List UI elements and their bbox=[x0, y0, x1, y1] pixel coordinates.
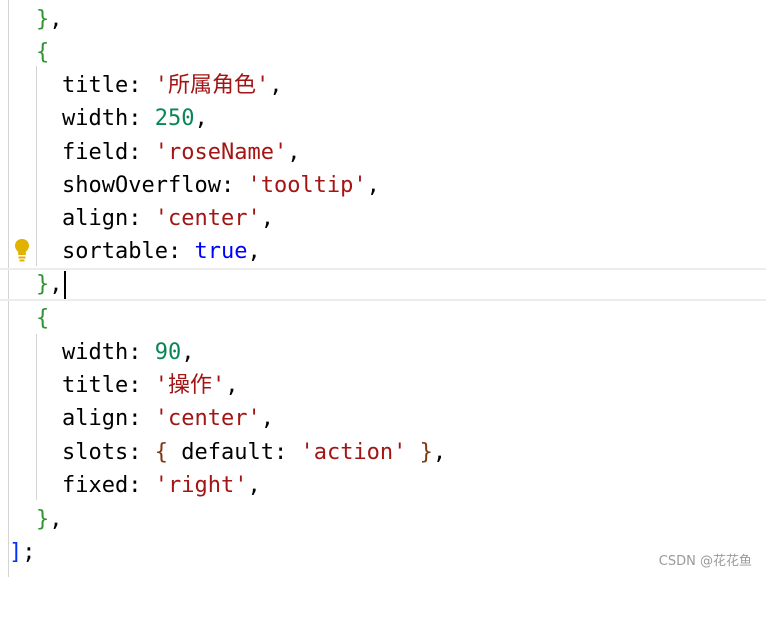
colon: : bbox=[128, 106, 155, 131]
comma: , bbox=[260, 206, 274, 231]
open-brace: { bbox=[36, 40, 50, 65]
colon: : bbox=[128, 373, 155, 398]
property-key: align bbox=[62, 406, 129, 431]
close-brace: } bbox=[406, 440, 433, 465]
property-key: default bbox=[181, 440, 274, 465]
lightbulb-icon[interactable] bbox=[14, 238, 30, 264]
string-value: 'right' bbox=[154, 473, 248, 498]
code-line[interactable]: width: 250, bbox=[0, 102, 766, 135]
comma: , bbox=[366, 173, 380, 198]
string-value: 'center' bbox=[154, 406, 261, 431]
comma: , bbox=[194, 106, 208, 131]
code-line[interactable]: { bbox=[0, 36, 766, 69]
number-value: 90 bbox=[154, 340, 182, 365]
close-brace: } bbox=[36, 7, 50, 32]
comma: , bbox=[49, 272, 63, 297]
code-line[interactable]: }, bbox=[0, 503, 766, 536]
colon: : bbox=[128, 406, 155, 431]
open-brace: { bbox=[154, 440, 182, 465]
colon: : bbox=[220, 173, 248, 198]
comma: , bbox=[287, 140, 301, 165]
comma: , bbox=[181, 340, 195, 365]
open-brace: { bbox=[36, 306, 50, 331]
property-key: sortable bbox=[62, 239, 168, 264]
property-key: title bbox=[62, 373, 129, 398]
colon: : bbox=[128, 73, 155, 98]
property-key: width bbox=[62, 106, 129, 131]
boolean-value: true bbox=[194, 239, 248, 264]
code-line[interactable]: }, bbox=[0, 3, 766, 36]
comma: , bbox=[260, 406, 274, 431]
colon: : bbox=[128, 206, 155, 231]
string-value: '所属角色' bbox=[154, 73, 270, 98]
code-line[interactable]: align: 'center', bbox=[0, 402, 766, 435]
code-line[interactable]: fixed: 'right', bbox=[0, 469, 766, 502]
comma: , bbox=[247, 473, 261, 498]
string-value: 'tooltip' bbox=[247, 173, 367, 198]
string-value: '操作' bbox=[154, 373, 226, 398]
property-key: title bbox=[62, 73, 129, 98]
text-cursor bbox=[63, 271, 66, 299]
property-key: fixed bbox=[62, 473, 129, 498]
code-line-current[interactable]: }, bbox=[0, 268, 766, 301]
code-editor[interactable]: }, { title: '所属角色', width: 250, field: '… bbox=[0, 0, 766, 577]
close-brace: } bbox=[36, 507, 50, 532]
colon: : bbox=[167, 239, 195, 264]
string-value: 'roseName' bbox=[154, 140, 288, 165]
watermark: CSDN @花花鱼 bbox=[658, 554, 752, 569]
string-value: 'action' bbox=[300, 440, 407, 465]
property-key: showOverflow bbox=[62, 173, 221, 198]
close-bracket: ] bbox=[9, 540, 23, 565]
comma: , bbox=[247, 239, 261, 264]
comma: , bbox=[49, 7, 63, 32]
comma: , bbox=[432, 440, 447, 465]
number-value: 250 bbox=[154, 106, 195, 131]
colon: : bbox=[128, 440, 155, 465]
close-brace: } bbox=[36, 272, 50, 297]
colon: : bbox=[128, 473, 155, 498]
code-line[interactable]: slots: { default: 'action' }, bbox=[0, 436, 766, 469]
property-key: align bbox=[62, 206, 129, 231]
code-line[interactable]: title: '所属角色', bbox=[0, 69, 766, 102]
string-value: 'center' bbox=[154, 206, 261, 231]
comma: , bbox=[269, 73, 283, 98]
property-key: field bbox=[62, 140, 129, 165]
comma: , bbox=[49, 507, 63, 532]
code-line[interactable]: width: 90, bbox=[0, 336, 766, 369]
code-line[interactable]: align: 'center', bbox=[0, 202, 766, 235]
code-line[interactable]: title: '操作', bbox=[0, 369, 766, 402]
comma: , bbox=[225, 373, 239, 398]
code-line[interactable]: ]; bbox=[0, 536, 766, 569]
code-line[interactable]: { bbox=[0, 302, 766, 335]
code-line[interactable]: showOverflow: 'tooltip', bbox=[0, 169, 766, 202]
colon: : bbox=[273, 440, 301, 465]
semicolon: ; bbox=[22, 540, 36, 565]
code-line[interactable]: field: 'roseName', bbox=[0, 136, 766, 169]
property-key: slots bbox=[62, 440, 129, 465]
code-line[interactable]: sortable: true, bbox=[0, 235, 766, 268]
property-key: width bbox=[62, 340, 129, 365]
colon: : bbox=[128, 340, 155, 365]
colon: : bbox=[128, 140, 155, 165]
